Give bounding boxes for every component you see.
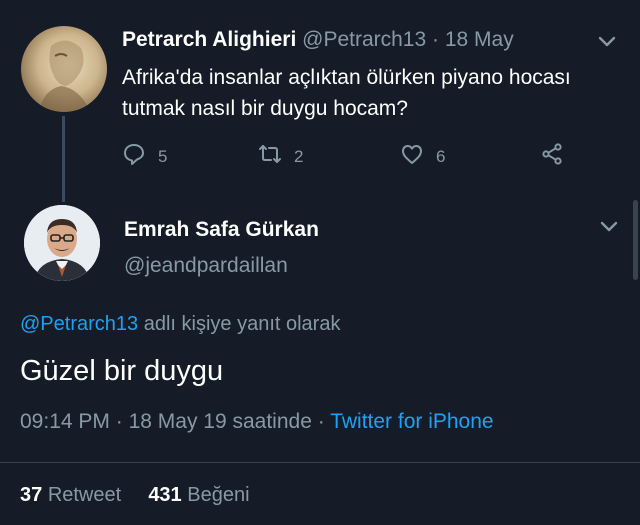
retweets-stat[interactable]: 37 Retweet [20, 484, 121, 506]
reply-tweet-text: Güzel bir duygu [20, 355, 224, 387]
parent-author-handle[interactable]: @Petrarch13 [302, 28, 426, 51]
retweet-count: 2 [294, 146, 304, 166]
share-icon [540, 142, 564, 171]
chevron-down-icon[interactable] [596, 30, 618, 52]
parent-separator: · [432, 28, 440, 51]
parent-tweet-text: Afrika'da insanlar açlıktan ölürken piya… [122, 66, 571, 120]
retweet-button[interactable]: 2 [258, 142, 303, 171]
replying-to: @Petrarch13 adlı kişiye yanıt olarak [20, 313, 340, 336]
tweet-meta: 09:14 PM · 18 May 19 saatinde · Twitter … [20, 410, 494, 434]
replying-to-suffix: adlı kişiye yanıt olarak [138, 313, 341, 335]
avatar-person-icon [24, 205, 100, 281]
thread-line [62, 116, 65, 202]
reply-button[interactable]: 5 [122, 142, 167, 171]
avatar-portrait-icon [39, 40, 91, 112]
retweets-label: Retweet [47, 484, 122, 506]
tweet-date[interactable]: 18 May 19 saatinde [129, 410, 312, 433]
likes-stat[interactable]: 431 Beğeni [148, 484, 249, 506]
likes-count: 431 [148, 484, 182, 506]
retweet-icon [258, 142, 282, 171]
like-count: 6 [436, 146, 446, 166]
parent-author[interactable]: Petrarch Alighieri @Petrarch13 · 18 May [122, 28, 514, 52]
replying-to-mention[interactable]: @Petrarch13 [20, 313, 138, 335]
share-button[interactable] [540, 142, 564, 171]
reply-author-handle[interactable]: @jeandpardaillan [124, 254, 288, 278]
like-icon [400, 142, 424, 171]
avatar-petrarch[interactable] [21, 26, 107, 112]
likes-label: Beğeni [187, 484, 250, 506]
parent-date[interactable]: 18 May [445, 28, 514, 51]
tweet-client[interactable]: Twitter for iPhone [330, 410, 493, 433]
meta-separator: · [317, 410, 325, 433]
avatar-emrah[interactable] [24, 205, 100, 281]
chevron-down-icon[interactable] [598, 215, 620, 237]
tweet-stats: 37 Retweet 431 Beğeni [20, 484, 250, 507]
divider [0, 462, 640, 463]
parent-author-name[interactable]: Petrarch Alighieri [122, 28, 296, 51]
tweet-time[interactable]: 09:14 PM [20, 410, 110, 433]
reply-author-name[interactable]: Emrah Safa Gürkan [124, 218, 319, 242]
meta-separator: · [115, 410, 123, 433]
reply-icon [122, 142, 146, 171]
retweets-count: 37 [20, 484, 43, 506]
scrollbar[interactable] [633, 200, 638, 280]
like-button[interactable]: 6 [400, 142, 445, 171]
reply-count: 5 [158, 146, 168, 166]
